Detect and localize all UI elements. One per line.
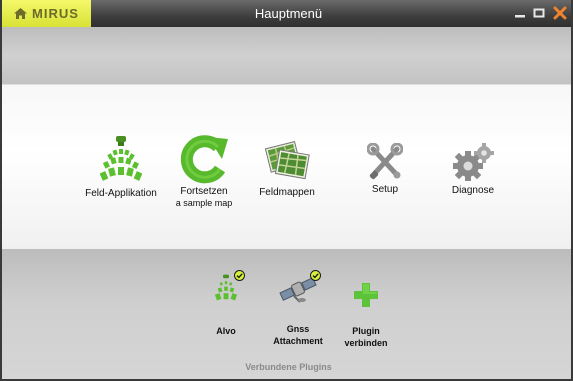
menu-item-fortsetzen[interactable]: Fortsetzen a sample map	[162, 133, 246, 208]
field-maps-icon	[264, 140, 310, 180]
menu-item-feld-applikation[interactable]: Feld-Applikation	[78, 135, 164, 200]
connected-check-icon	[310, 270, 321, 281]
menu-item-setup[interactable]: Setup	[360, 143, 410, 196]
menu-item-label: Feld-Applikation	[85, 188, 157, 199]
menu-item-label: Setup	[371, 184, 399, 195]
plugin-add-button[interactable]: Plugin verbinden	[338, 283, 394, 349]
window-title: Hauptmenü	[254, 6, 323, 21]
plugin-alvo[interactable]: Alvo	[208, 270, 245, 337]
maximize-icon	[533, 8, 545, 18]
plugins-section-label: Verbundene Plugins	[245, 362, 332, 372]
resume-arrow-icon	[180, 135, 228, 184]
maximize-button[interactable]	[530, 3, 548, 23]
plugin-label: Plugin verbinden	[344, 326, 388, 348]
title-bar: MIRUS Hauptmenü	[2, 0, 571, 27]
menu-item-diagnose[interactable]: Diagnose	[442, 142, 504, 197]
close-icon	[553, 6, 567, 20]
main-window: MIRUS Hauptmenü Feld-Applikation Fortset…	[0, 0, 573, 381]
menu-item-label: Fortsetzen	[180, 186, 228, 197]
tools-icon	[367, 143, 403, 180]
plugin-label: Alvo	[216, 326, 236, 336]
plugin-label: Gnss Attachment	[273, 324, 323, 346]
plus-icon	[354, 283, 378, 307]
menu-item-feldmappen[interactable]: Feldmappen	[252, 138, 322, 199]
plugin-gnss-attachment[interactable]: Gnss Attachment	[265, 270, 331, 347]
minimize-button[interactable]	[511, 3, 529, 23]
gears-icon	[453, 143, 494, 181]
sprayer-icon	[100, 136, 142, 181]
menu-item-label: Feldmappen	[259, 187, 315, 198]
close-button[interactable]	[551, 3, 569, 23]
menu-item-sublabel: a sample map	[175, 198, 233, 208]
minimize-icon	[515, 15, 525, 18]
toolbar-band	[2, 27, 571, 84]
menu-item-label: Diagnose	[451, 185, 495, 196]
connected-check-icon	[234, 270, 245, 281]
